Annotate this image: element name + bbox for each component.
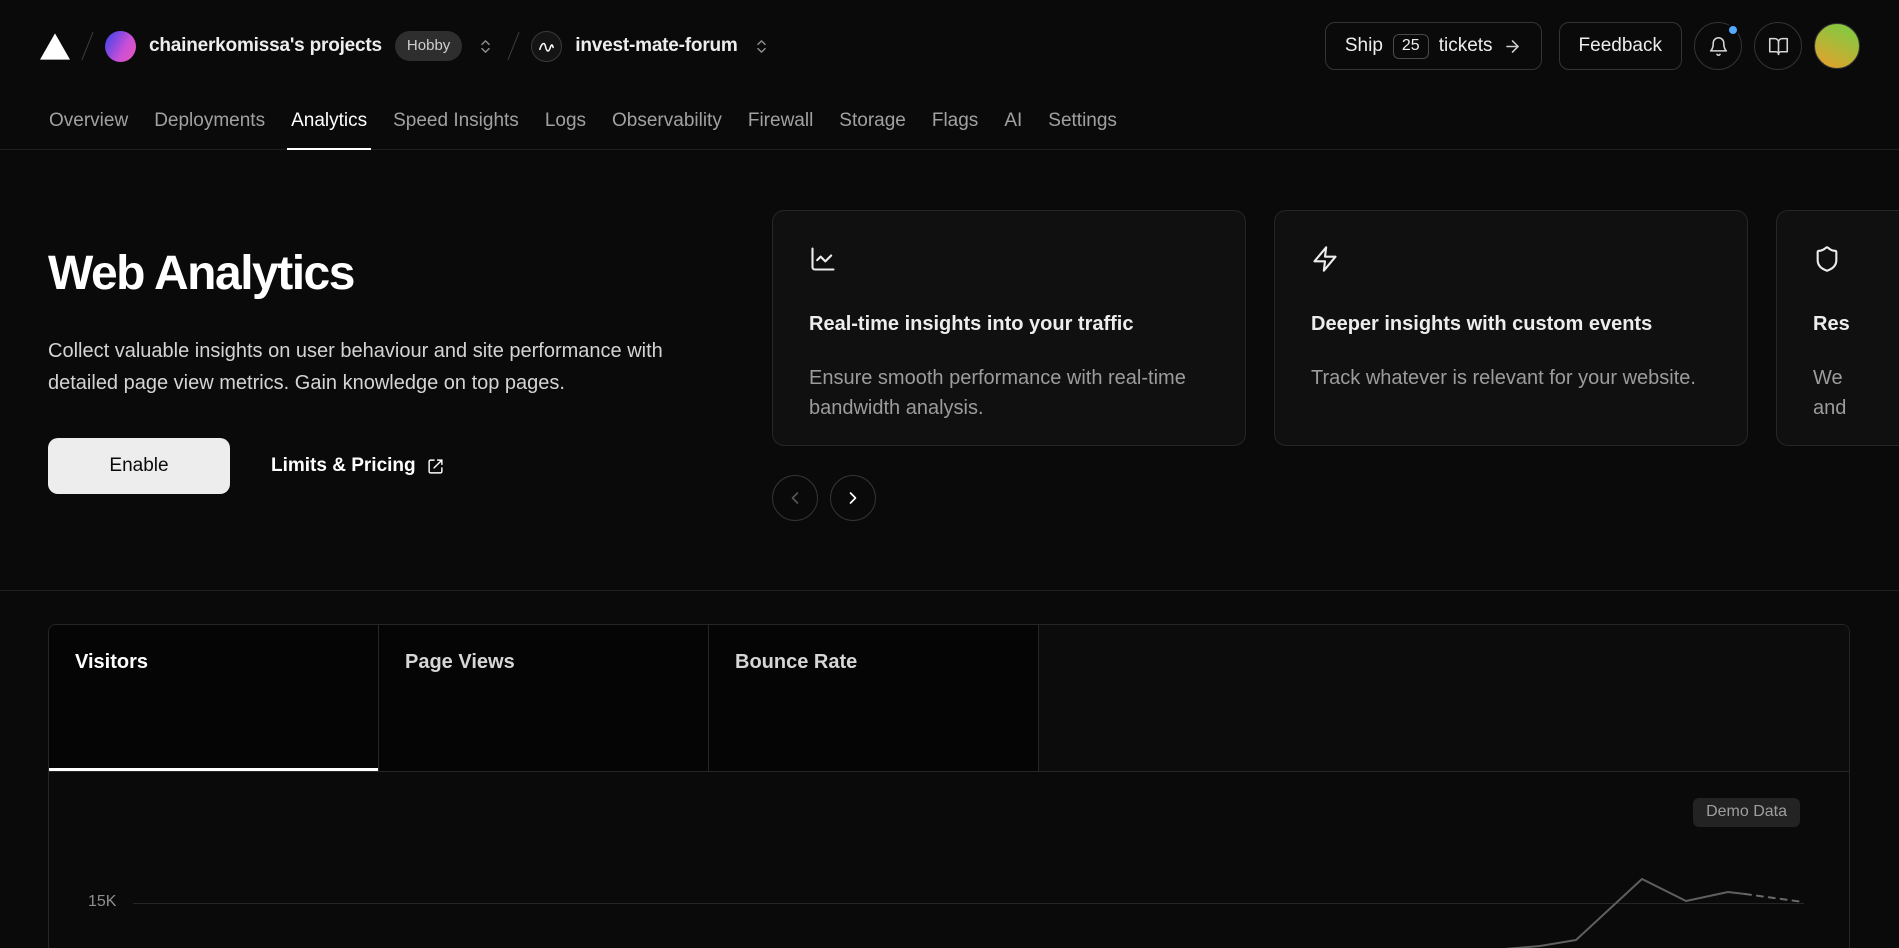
feature-card-privacy: Res We and	[1776, 210, 1899, 446]
header-actions: Ship 25 tickets Feedback	[1325, 22, 1860, 70]
metric-tab-visitors[interactable]: Visitors	[49, 625, 379, 771]
carousel-controls	[772, 475, 1899, 521]
card-body-line: and	[1813, 393, 1899, 423]
ship-count-badge: 25	[1393, 34, 1429, 59]
external-link-icon	[427, 458, 444, 475]
limits-pricing-label: Limits & Pricing	[271, 455, 416, 477]
demo-chart-area: Demo Data 15K	[49, 772, 1849, 948]
nav-tab-deployments[interactable]: Deployments	[141, 92, 278, 149]
metric-tab-label: Bounce Rate	[735, 651, 857, 673]
metrics-panel: Visitors Page Views Bounce Rate Demo Dat…	[48, 624, 1850, 948]
nav-tab-logs[interactable]: Logs	[532, 92, 599, 149]
demo-trend-line	[49, 772, 1849, 948]
nav-tab-storage[interactable]: Storage	[826, 92, 919, 149]
project-name[interactable]: invest-mate-forum	[575, 35, 737, 57]
carousel-next-button[interactable]	[830, 475, 876, 521]
metrics-tabstrip: Visitors Page Views Bounce Rate	[49, 625, 1849, 772]
feature-carousel: Real-time insights into your traffic Ens…	[772, 210, 1899, 521]
page-title: Web Analytics	[48, 246, 724, 301]
tabstrip-filler	[1039, 625, 1849, 771]
nav-tab-observability[interactable]: Observability	[599, 92, 735, 149]
card-body: Track whatever is relevant for your webs…	[1311, 363, 1711, 393]
project-avatar[interactable]	[531, 31, 562, 62]
card-body: We and	[1813, 363, 1899, 423]
feedback-button[interactable]: Feedback	[1559, 22, 1682, 70]
card-title: Real-time insights into your traffic	[809, 311, 1209, 337]
notifications-button[interactable]	[1694, 22, 1742, 70]
zap-icon	[1311, 245, 1339, 273]
user-avatar[interactable]	[1814, 23, 1860, 69]
chevron-left-icon	[785, 488, 805, 508]
card-body-line: We	[1813, 363, 1899, 393]
card-title: Deeper insights with custom events	[1311, 311, 1711, 337]
hero-intro: Web Analytics Collect valuable insights …	[48, 210, 724, 494]
book-icon	[1768, 36, 1789, 57]
top-header: chainerkomissa's projects Hobby invest-m…	[0, 0, 1899, 92]
docs-button[interactable]	[1754, 22, 1802, 70]
card-body: Ensure smooth performance with real-time…	[809, 363, 1209, 423]
main-nav: Overview Deployments Analytics Speed Ins…	[0, 92, 1899, 150]
ship-tickets-button[interactable]: Ship 25 tickets	[1325, 22, 1542, 70]
web-analytics-page: chainerkomissa's projects Hobby invest-m…	[0, 0, 1899, 948]
feature-card-custom-events: Deeper insights with custom events Track…	[1274, 210, 1748, 446]
hero-section: Web Analytics Collect valuable insights …	[0, 150, 1899, 591]
breadcrumb-slash-icon	[508, 32, 520, 60]
breadcrumb-slash-icon	[81, 32, 93, 60]
nav-tab-firewall[interactable]: Firewall	[735, 92, 826, 149]
limits-pricing-link[interactable]: Limits & Pricing	[271, 455, 444, 477]
page-description: Collect valuable insights on user behavi…	[48, 335, 676, 399]
tickets-label: tickets	[1439, 35, 1493, 57]
chevron-right-icon	[843, 488, 863, 508]
feature-cards: Real-time insights into your traffic Ens…	[772, 210, 1899, 446]
chart-line-icon	[809, 245, 837, 273]
metric-tab-page-views[interactable]: Page Views	[379, 625, 709, 771]
notification-dot	[1727, 24, 1739, 36]
bell-icon	[1708, 36, 1729, 57]
carousel-prev-button[interactable]	[772, 475, 818, 521]
nav-tab-speed-insights[interactable]: Speed Insights	[380, 92, 532, 149]
vercel-logo-icon[interactable]	[40, 33, 70, 60]
nav-tab-analytics[interactable]: Analytics	[278, 92, 380, 149]
team-avatar[interactable]	[105, 31, 136, 62]
metric-tab-bounce-rate[interactable]: Bounce Rate	[709, 625, 1039, 771]
metric-tab-label: Visitors	[75, 651, 148, 673]
nav-tab-overview[interactable]: Overview	[36, 92, 141, 149]
card-title: Res	[1813, 311, 1899, 337]
analytics-preview-section: Visitors Page Views Bounce Rate Demo Dat…	[0, 591, 1899, 948]
breadcrumb: chainerkomissa's projects Hobby invest-m…	[40, 31, 772, 62]
nav-tab-settings[interactable]: Settings	[1035, 92, 1130, 149]
nav-tab-flags[interactable]: Flags	[919, 92, 991, 149]
enable-button[interactable]: Enable	[48, 438, 230, 494]
ship-label: Ship	[1345, 35, 1383, 57]
feature-card-realtime: Real-time insights into your traffic Ens…	[772, 210, 1246, 446]
team-switcher-chevrons-icon[interactable]	[475, 36, 496, 57]
project-switcher-chevrons-icon[interactable]	[751, 36, 772, 57]
plan-badge: Hobby	[395, 31, 462, 61]
hero-actions: Enable Limits & Pricing	[48, 438, 724, 494]
team-name[interactable]: chainerkomissa's projects	[149, 35, 382, 57]
metric-tab-label: Page Views	[405, 651, 515, 673]
nav-tab-ai[interactable]: AI	[991, 92, 1035, 149]
shield-icon	[1813, 245, 1841, 273]
arrow-right-icon	[1503, 37, 1522, 56]
